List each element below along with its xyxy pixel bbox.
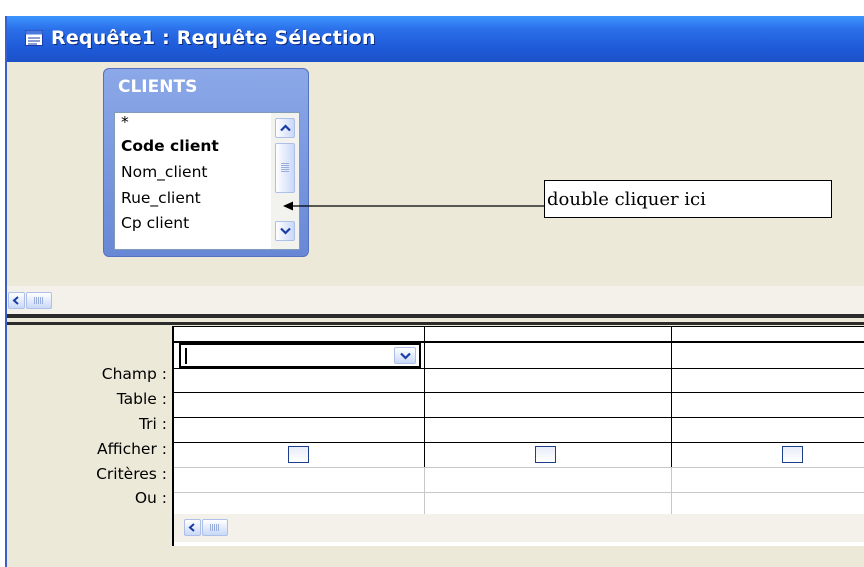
chevron-left-icon xyxy=(12,296,19,305)
field-item-code-client[interactable]: Code client xyxy=(121,137,219,155)
chevron-left-icon xyxy=(188,523,195,532)
grid-scroll-left-button[interactable] xyxy=(184,519,201,536)
chevron-down-icon xyxy=(279,227,291,235)
table-box-title: CLIENTS xyxy=(118,77,198,97)
afficher-checkbox-col1[interactable] xyxy=(288,446,309,463)
field-item-nom-client[interactable]: Nom_client xyxy=(121,163,208,181)
field-item-rue-client[interactable]: Rue_client xyxy=(121,189,201,207)
row-label-ou: Ou : xyxy=(134,489,167,507)
afficher-checkbox-col3[interactable] xyxy=(782,446,803,463)
scroll-up-button[interactable] xyxy=(275,118,295,138)
text-cursor xyxy=(185,348,187,364)
table-pane-hscrollbar[interactable] xyxy=(7,286,864,314)
query-window-icon xyxy=(25,30,43,46)
field-item-all[interactable]: * xyxy=(121,113,129,131)
chevron-down-icon xyxy=(399,352,411,360)
row-label-tri: Tri : xyxy=(138,415,167,433)
title-bar[interactable]: Requête1 : Requête Sélection xyxy=(7,16,864,62)
scroll-thumb[interactable] xyxy=(26,292,52,309)
champ-field-combo[interactable] xyxy=(179,343,421,368)
window-title: Requête1 : Requête Sélection xyxy=(51,27,376,49)
chevron-up-icon xyxy=(279,124,291,132)
afficher-checkbox-col2[interactable] xyxy=(535,446,556,463)
field-list-vscrollbar[interactable] xyxy=(271,113,299,249)
clients-table-box[interactable]: CLIENTS * Code client Nom_client Rue_cli… xyxy=(103,68,309,257)
scroll-left-button[interactable] xyxy=(8,292,25,309)
scroll-down-button[interactable] xyxy=(275,221,295,241)
query-design-grid[interactable] xyxy=(172,326,864,546)
field-item-cp-client[interactable]: Cp client xyxy=(121,214,189,232)
row-label-afficher: Afficher : xyxy=(97,440,167,458)
dropdown-button[interactable] xyxy=(394,347,416,364)
grid-row-labels: Champ : Table : Tri : Afficher : Critère… xyxy=(7,325,167,525)
callout-note: double cliquer ici xyxy=(544,180,832,218)
row-label-champ: Champ : xyxy=(101,365,167,383)
row-label-table: Table : xyxy=(116,390,167,408)
field-list-scroll-thumb[interactable] xyxy=(275,143,295,193)
grid-hscrollbar[interactable] xyxy=(174,514,864,542)
grid-scroll-thumb[interactable] xyxy=(202,519,228,536)
row-label-criteres: Critères : xyxy=(96,465,167,483)
field-list[interactable]: * Code client Nom_client Rue_client Cp c… xyxy=(114,112,300,250)
